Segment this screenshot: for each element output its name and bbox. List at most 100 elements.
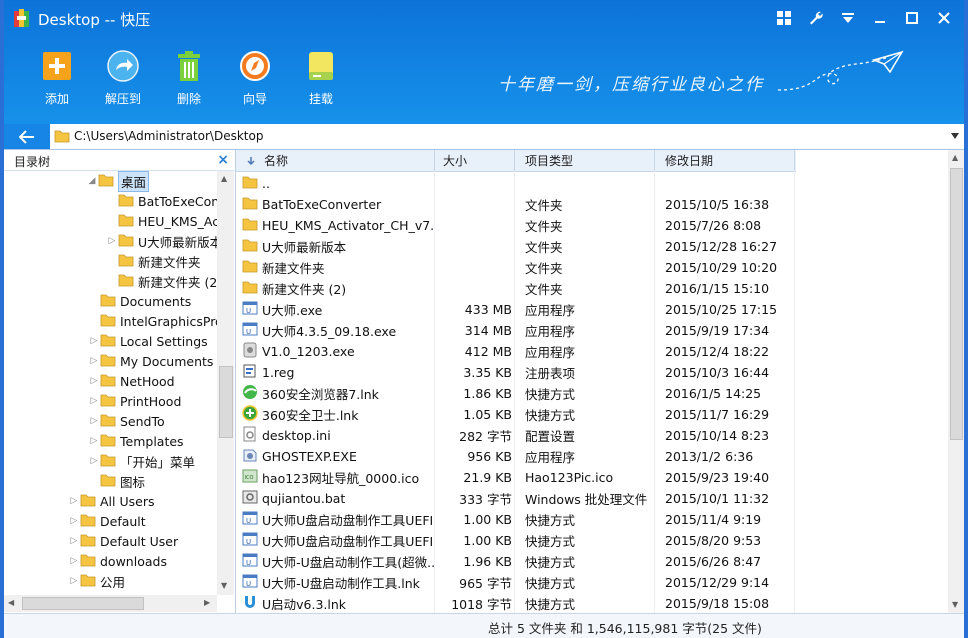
extract-label: 解压到 [104, 92, 141, 106]
maximize-button[interactable] [896, 6, 928, 30]
file-date: 2016/1/5 14:25 [665, 386, 762, 401]
tree-node-label: 图标 [120, 474, 146, 490]
maximize-icon [906, 12, 918, 24]
svg-text:U: U [246, 559, 251, 567]
expand-arrow-icon[interactable]: ▷ [68, 496, 80, 506]
expand-arrow-icon[interactable]: ▷ [88, 336, 100, 346]
tree-node[interactable]: ◢ 桌面 [86, 171, 150, 192]
expand-arrow-icon[interactable]: ▷ [88, 356, 100, 366]
file-row[interactable]: U U大师U盘启动盘制作工具UEFI... 1.00 KB 快捷方式 2015/11/4… [236, 509, 948, 530]
chevron-down-icon[interactable] [950, 132, 960, 140]
file-row[interactable]: BatToExeConverter 文件夹 2015/10/5 16:38 [236, 194, 948, 215]
expand-arrow-icon[interactable]: ▷ [88, 436, 100, 446]
file-row[interactable]: GHOSTEXP.EXE 956 KB 应用程序 2013/1/2 6:36 [236, 446, 948, 467]
expanded-arrow-icon[interactable]: ◢ [86, 176, 98, 186]
tree-node[interactable]: ▷ SendTo [88, 411, 165, 431]
tree-node[interactable]: ▷ downloads [68, 551, 167, 571]
tree-node-label: SendTo [120, 413, 165, 429]
file-row[interactable]: U U大师4.3.5_09.18.exe 314 MB 应用程序 2015/9/19 1… [236, 320, 948, 341]
delete-button[interactable]: 删除 [156, 48, 222, 107]
file-row[interactable]: 360安全卫士.lnk 1.05 KB 快捷方式 2015/11/7 16:29 [236, 404, 948, 425]
exe-icon: U [242, 573, 258, 592]
tree-vertical-scrollbar[interactable]: ▲ ▼ [217, 171, 234, 595]
close-button[interactable] [928, 6, 960, 30]
tree-node[interactable]: ▷ U大师最新版本 [106, 231, 217, 251]
column-name[interactable]: 名称 [236, 150, 435, 171]
expand-arrow-icon[interactable]: ▷ [68, 516, 80, 526]
status-text: 总计 5 文件夹 和 1,546,115,981 字节(25 文件) [488, 621, 762, 636]
expand-arrow-icon[interactable]: ▷ [68, 536, 80, 546]
list-vertical-scrollbar[interactable]: ▲ ▼ [948, 150, 964, 613]
file-row[interactable]: qujiantou.bat 333 字节 Windows 批处理文件 2015/10/… [236, 488, 948, 509]
expand-arrow-icon[interactable]: ▷ [88, 416, 100, 426]
tree-node[interactable]: Documents [88, 291, 191, 311]
tree-node[interactable]: ▷ PrintHood [88, 391, 182, 411]
back-button[interactable] [4, 124, 50, 149]
wizard-button[interactable]: 向导 [222, 48, 288, 107]
tree-node[interactable]: ▷ Local Settings [88, 331, 208, 351]
settings-button[interactable] [800, 6, 832, 30]
tree-node[interactable]: ▷ 公用 [68, 571, 125, 591]
arrow-left-icon [19, 129, 34, 144]
tree-node[interactable]: BatToExeConverter [106, 191, 217, 211]
tree-node[interactable]: ▷ Default [68, 511, 146, 531]
address-path[interactable]: C:\Users\Administrator\Desktop [74, 129, 263, 143]
tree-node[interactable]: IntelGraphicsProfiles [88, 311, 217, 331]
tree-node[interactable]: ▷ All Users [68, 491, 155, 511]
file-row[interactable]: HEU_KMS_Activator_CH_v7.8.8 文件夹 2015/7/26 … [236, 215, 948, 236]
file-row[interactable]: 360安全浏览器7.lnk 1.86 KB 快捷方式 2016/1/5 14:25 [236, 383, 948, 404]
tree-node-label: HEU_KMS_Activator_CH_v7.8.8 [138, 213, 217, 229]
tree-node-label: My Documents [120, 353, 214, 369]
tree-node[interactable]: HEU_KMS_Activator_CH_v7.8.8 [106, 211, 217, 231]
menu-dropdown-button[interactable] [832, 6, 864, 30]
minimize-button[interactable] [864, 6, 896, 30]
tree-node[interactable]: 图标 [88, 471, 145, 491]
add-button[interactable]: 添加 [24, 48, 90, 107]
trash-icon [178, 51, 200, 81]
tree-node[interactable]: 新建文件夹 (2) [106, 271, 217, 291]
tree-node[interactable]: ▷ Templates [88, 431, 184, 451]
tree-node-label: downloads [100, 553, 167, 569]
expand-arrow-icon[interactable]: ▷ [68, 556, 80, 566]
file-row[interactable]: V1.0_1203.exe 412 MB 应用程序 2015/12/4 18:22 [236, 341, 948, 362]
mount-label: 挂载 [308, 92, 333, 106]
file-row[interactable]: U U大师-U盘启动制作工具.lnk 965 字节 快捷方式 2015/12/29 9:… [236, 572, 948, 593]
expand-arrow-icon[interactable]: ▷ [88, 396, 100, 406]
tree-horizontal-scrollbar[interactable]: ◀ ▶ [4, 595, 217, 612]
column-size[interactable]: 大小 [435, 150, 515, 171]
file-row[interactable]: 新建文件夹 文件夹 2015/10/29 10:20 [236, 257, 948, 278]
file-date: 2015/12/29 9:14 [665, 575, 770, 590]
expand-arrow-icon[interactable]: ▷ [88, 456, 100, 466]
file-date: 2015/12/4 18:22 [665, 344, 770, 359]
window-title: Desktop -- 快压 [38, 11, 151, 29]
file-row[interactable]: U U大师U盘启动盘制作工具UEFI... 1.00 KB 快捷方式 2015/8/20… [236, 530, 948, 551]
file-row[interactable]: U启动v6.3.lnk 1018 字节 快捷方式 2015/9/18 15:08 [236, 593, 948, 613]
skin-grid-button[interactable] [768, 6, 800, 30]
tree-node[interactable]: ▷ Default User [68, 531, 179, 551]
file-row[interactable]: U U大师.exe 433 MB 应用程序 2015/10/25 17:15 [236, 299, 948, 320]
expand-arrow-icon[interactable]: ▷ [106, 236, 118, 246]
expand-arrow-icon[interactable]: ▷ [88, 376, 100, 386]
file-row[interactable]: .. [236, 173, 948, 194]
mount-button[interactable]: 挂载 [288, 48, 354, 107]
status-bar: 总计 5 文件夹 和 1,546,115,981 字节(25 文件) [4, 613, 964, 638]
file-row[interactable]: desktop.ini 282 字节 配置设置 2015/10/14 8:23 [236, 425, 948, 446]
column-type[interactable]: 项目类型 [515, 150, 655, 171]
tree-node-label: NetHood [120, 373, 175, 389]
extract-button[interactable]: 解压到 [90, 48, 156, 107]
file-row[interactable]: 1.reg 3.35 KB 注册表项 2015/10/3 16:44 [236, 362, 948, 383]
file-row[interactable]: U大师最新版本 文件夹 2015/12/28 16:27 [236, 236, 948, 257]
tree-node[interactable]: ▷ NetHood [88, 371, 175, 391]
close-tree-icon[interactable]: × [217, 152, 229, 168]
tree-node[interactable]: ▷ My Documents [88, 351, 214, 371]
file-row[interactable]: 新建文件夹 (2) 文件夹 2016/1/15 15:10 [236, 278, 948, 299]
tree-node[interactable]: 新建文件夹 [106, 251, 201, 271]
file-size [436, 215, 512, 236]
file-row[interactable]: U U大师-U盘启动制作工具(超微... 1.96 KB 快捷方式 2015/6/26 … [236, 551, 948, 572]
file-row[interactable]: ICO hao123网址导航_0000.ico 21.9 KB Hao123Pic.i… [236, 467, 948, 488]
file-size: 1.05 KB [463, 407, 512, 422]
file-size: 1.96 KB [463, 554, 512, 569]
expand-arrow-icon[interactable]: ▷ [68, 576, 80, 586]
column-modified[interactable]: 修改日期 [655, 150, 795, 171]
tree-node[interactable]: ▷ 「开始」菜单 [88, 451, 195, 471]
